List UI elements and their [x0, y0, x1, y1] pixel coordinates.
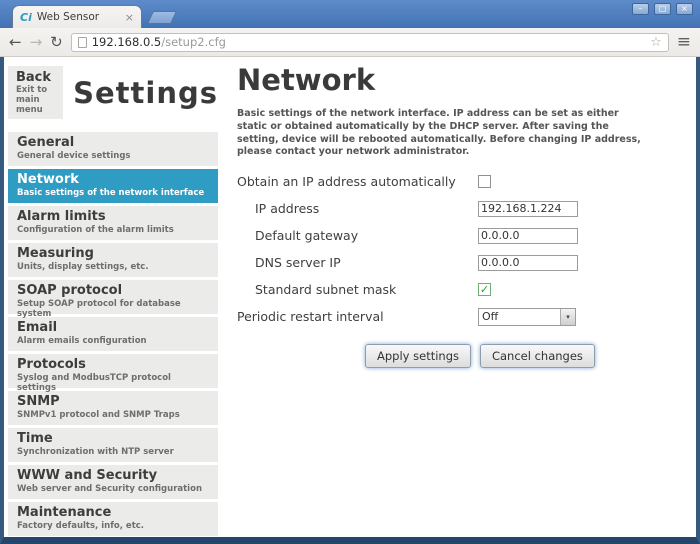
settings-heading: Settings	[73, 76, 218, 110]
back-label: Back	[16, 70, 55, 85]
page-content: Back Exit to main menu Settings General …	[0, 57, 700, 544]
close-button[interactable]: ×	[676, 3, 693, 15]
new-tab-button[interactable]	[147, 11, 177, 24]
sidebar-item-label: Alarm limits	[17, 209, 209, 225]
field-label: Standard subnet mask	[237, 282, 478, 297]
bookmark-star-icon[interactable]: ☆	[650, 35, 662, 50]
sidebar-item-sublabel: SNMPv1 protocol and SNMP Traps	[17, 410, 209, 420]
browser-window: Ci Web Sensor × – □ × ← → ↻ 192.168.0.5/…	[0, 0, 700, 544]
sidebar-item-protocols[interactable]: Protocols Syslog and ModbusTCP protocol …	[8, 354, 218, 388]
settings-sidebar: Back Exit to main menu Settings General …	[8, 66, 218, 537]
sidebar-item-measuring[interactable]: Measuring Units, display settings, etc.	[8, 243, 218, 277]
url-text[interactable]: 192.168.0.5/setup2.cfg	[92, 35, 226, 49]
sidebar-item-snmp[interactable]: SNMP SNMPv1 protocol and SNMP Traps	[8, 391, 218, 425]
url-host: 192.168.0.5	[92, 35, 162, 49]
titlebar: Ci Web Sensor × – □ ×	[0, 0, 700, 28]
chevron-down-icon: ▾	[560, 309, 575, 325]
back-icon[interactable]: ←	[9, 35, 22, 50]
form-row-ip-address: IP address	[237, 195, 656, 222]
form-row-dns-server: DNS server IP	[237, 249, 656, 276]
window-controls: – □ ×	[632, 3, 693, 15]
sidebar-item-label: Measuring	[17, 246, 209, 262]
field-label: Default gateway	[237, 228, 478, 243]
sidebar-header: Back Exit to main menu Settings	[8, 66, 218, 119]
sidebar-item-sublabel: Configuration of the alarm limits	[17, 225, 209, 235]
cancel-changes-button[interactable]: Cancel changes	[480, 344, 595, 368]
browser-tab[interactable]: Ci Web Sensor ×	[12, 5, 142, 28]
sidebar-item-time[interactable]: Time Synchronization with NTP server	[8, 428, 218, 462]
field-label: Obtain an IP address automatically	[237, 174, 478, 189]
sidebar-item-sublabel: Web server and Security configuration	[17, 484, 209, 494]
field-label: DNS server IP	[237, 255, 478, 270]
sidebar-item-label: Network	[17, 172, 209, 188]
forward-icon[interactable]: →	[30, 35, 43, 50]
select-value: Off	[479, 310, 560, 323]
ip-address-input[interactable]	[478, 201, 578, 217]
sidebar-item-sublabel: Basic settings of the network interface	[17, 188, 209, 198]
form-row-subnet-mask: Standard subnet mask ✓	[237, 276, 656, 303]
form-row-restart-interval: Periodic restart interval Off ▾	[237, 303, 656, 330]
page-description: Basic settings of the network interface.…	[237, 108, 652, 159]
sidebar-item-alarm-limits[interactable]: Alarm limits Configuration of the alarm …	[8, 206, 218, 240]
maximize-button[interactable]: □	[654, 3, 671, 15]
sidebar-item-maintenance[interactable]: Maintenance Factory defaults, info, etc.	[8, 502, 218, 536]
restart-interval-select[interactable]: Off ▾	[478, 308, 576, 326]
sidebar-item-www-security[interactable]: WWW and Security Web server and Security…	[8, 465, 218, 499]
network-settings-panel: Network Basic settings of the network in…	[218, 57, 696, 537]
sidebar-item-sublabel: General device settings	[17, 151, 209, 161]
sidebar-item-sublabel: Alarm emails configuration	[17, 336, 209, 346]
sidebar-item-label: Maintenance	[17, 505, 209, 521]
sidebar-item-label: Email	[17, 320, 209, 336]
sidebar-item-network[interactable]: Network Basic settings of the network in…	[8, 169, 218, 203]
page-title: Network	[237, 63, 656, 97]
field-label: Periodic restart interval	[237, 309, 478, 324]
reload-icon[interactable]: ↻	[50, 35, 63, 50]
form-buttons: Apply settings Cancel changes	[365, 344, 656, 368]
field-label: IP address	[237, 201, 478, 216]
back-button[interactable]: Back Exit to main menu	[8, 66, 63, 119]
sidebar-item-label: SNMP	[17, 394, 209, 410]
site-favicon-icon: Ci	[20, 11, 32, 24]
sidebar-item-sublabel: Syslog and ModbusTCP protocol settings	[17, 373, 209, 393]
sidebar-item-label: Protocols	[17, 357, 209, 373]
sidebar-item-label: General	[17, 135, 209, 151]
sidebar-item-sublabel: Setup SOAP protocol for database system	[17, 299, 209, 319]
obtain-ip-checkbox[interactable]	[478, 175, 491, 188]
tab-close-icon[interactable]: ×	[125, 12, 134, 23]
form-row-default-gateway: Default gateway	[237, 222, 656, 249]
dns-server-input[interactable]	[478, 255, 578, 271]
page-document-icon	[78, 37, 87, 48]
minimize-button[interactable]: –	[632, 3, 649, 15]
sidebar-item-general[interactable]: General General device settings	[8, 132, 218, 166]
subnet-mask-checkbox[interactable]: ✓	[478, 283, 491, 296]
browser-toolbar: ← → ↻ 192.168.0.5/setup2.cfg ☆ ≡	[0, 28, 700, 57]
form-row-obtain-ip: Obtain an IP address automatically	[237, 168, 656, 195]
back-sublabel: Exit to main menu	[16, 85, 55, 115]
sidebar-item-sublabel: Synchronization with NTP server	[17, 447, 209, 457]
sidebar-item-label: WWW and Security	[17, 468, 209, 484]
tab-title: Web Sensor	[37, 11, 125, 23]
url-path: /setup2.cfg	[161, 35, 226, 49]
apply-settings-button[interactable]: Apply settings	[365, 344, 471, 368]
default-gateway-input[interactable]	[478, 228, 578, 244]
sidebar-item-sublabel: Factory defaults, info, etc.	[17, 521, 209, 531]
address-bar[interactable]: 192.168.0.5/setup2.cfg ☆	[71, 33, 669, 52]
sidebar-item-soap-protocol[interactable]: SOAP protocol Setup SOAP protocol for da…	[8, 280, 218, 314]
browser-menu-icon[interactable]: ≡	[677, 32, 691, 52]
sidebar-item-email[interactable]: Email Alarm emails configuration	[8, 317, 218, 351]
sidebar-item-label: Time	[17, 431, 209, 447]
sidebar-item-label: SOAP protocol	[17, 283, 209, 299]
sidebar-item-sublabel: Units, display settings, etc.	[17, 262, 209, 272]
